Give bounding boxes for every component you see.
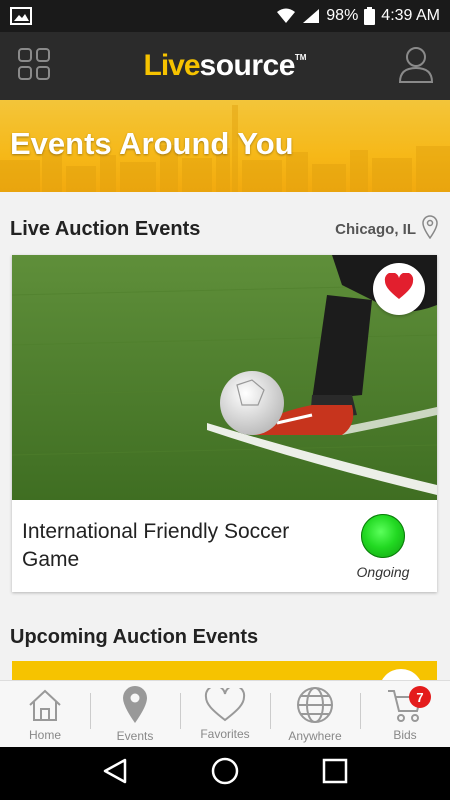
nav-anywhere[interactable]: Anywhere (270, 681, 360, 747)
nav-bids-label: Bids (393, 727, 417, 742)
nav-favorites[interactable]: Favorites (180, 681, 270, 747)
location-pin-icon (121, 685, 149, 729)
location-pin-icon (422, 215, 438, 243)
clock: 4:39 AM (381, 7, 440, 24)
grid-menu-icon[interactable] (16, 46, 52, 87)
app-bar: Live source TM (0, 32, 450, 100)
home-icon (27, 687, 63, 728)
system-nav-bar (0, 747, 450, 800)
nav-bids[interactable]: Bids 7 (360, 681, 450, 747)
location-label: Chicago, IL (335, 220, 416, 238)
recents-icon[interactable] (321, 757, 349, 790)
event-info: International Friendly Soccer Game Ongoi… (12, 500, 437, 592)
heart-icon (204, 684, 246, 727)
live-section-title: Live Auction Events (10, 217, 201, 240)
nav-events[interactable]: Events (90, 681, 180, 747)
image-notification-icon (10, 7, 32, 25)
status-label: Ongoing (356, 564, 410, 580)
nav-favorites-label: Favorites (200, 726, 250, 741)
home-circle-icon[interactable] (210, 756, 240, 791)
wifi-icon (276, 8, 296, 24)
nav-anywhere-label: Anywhere (288, 728, 342, 743)
event-status: Ongoing (353, 514, 413, 580)
event-title: International Friendly Soccer Game (22, 520, 290, 571)
favorite-button[interactable] (373, 263, 425, 315)
status-bar: 98% 4:39 AM (0, 0, 450, 32)
heart-filled-icon (384, 271, 414, 306)
signal-icon (302, 8, 320, 24)
upcoming-section-header: Upcoming Auction Events (0, 622, 450, 652)
nav-home-label: Home (28, 727, 61, 742)
battery-icon (364, 7, 376, 25)
profile-icon[interactable] (398, 44, 434, 89)
bids-count-badge: 7 (409, 686, 431, 708)
battery-percent: 98% (326, 7, 359, 24)
live-event-card[interactable]: International Friendly Soccer Game Ongoi… (12, 255, 437, 592)
upcoming-section-title: Upcoming Auction Events (10, 625, 259, 648)
back-icon[interactable] (101, 757, 129, 790)
status-indicator-icon (361, 514, 405, 558)
nav-events-label: Events (116, 728, 154, 743)
live-section-header: Live Auction Events Chicago, IL (0, 214, 450, 244)
nav-home[interactable]: Home (0, 681, 90, 747)
hero-banner: Events Around You (0, 100, 450, 192)
bottom-nav: Home Events Favorites Anywhere Bids 7 (0, 680, 450, 747)
globe-icon (296, 686, 334, 729)
livesource-logo: Live source TM (143, 49, 307, 82)
hero-title: Events Around You (10, 126, 294, 161)
location-selector[interactable]: Chicago, IL (335, 215, 438, 243)
event-photo (12, 255, 437, 500)
